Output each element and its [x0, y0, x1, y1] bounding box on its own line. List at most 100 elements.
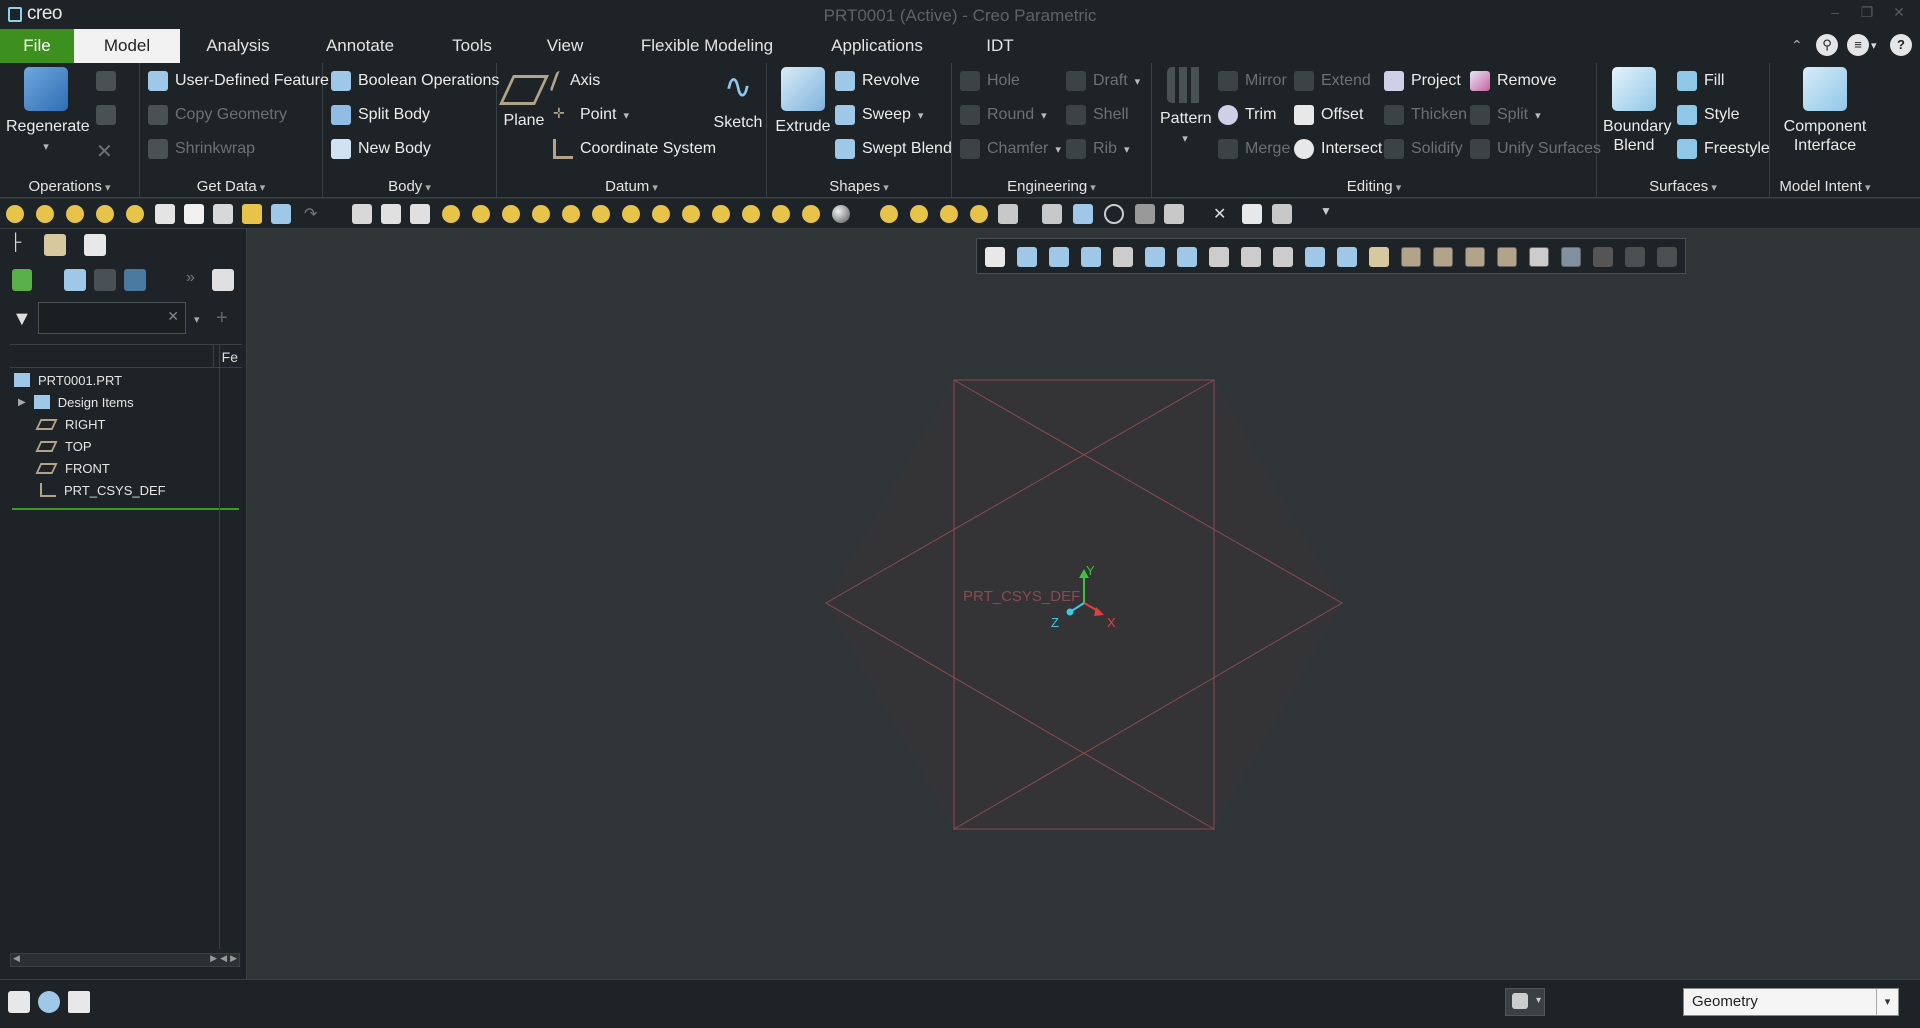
- curve-icon[interactable]: [1073, 204, 1093, 224]
- smiley-icon[interactable]: [532, 205, 550, 223]
- checklist-icon[interactable]: [155, 204, 175, 224]
- tab-flexible-modeling[interactable]: Flexible Modeling: [630, 29, 784, 63]
- group-label-engineering[interactable]: Engineering: [952, 178, 1151, 195]
- mirror-button[interactable]: Mirror: [1218, 68, 1287, 94]
- project-button[interactable]: Project: [1384, 68, 1461, 94]
- draft-button[interactable]: Draft ▾: [1066, 68, 1140, 94]
- close-button[interactable]: ✕: [1888, 4, 1910, 24]
- paste-icon[interactable]: [96, 105, 116, 125]
- tab-idt[interactable]: IDT: [970, 29, 1030, 63]
- round-button[interactable]: Round ▾: [960, 102, 1047, 128]
- show-icon[interactable]: »: [186, 269, 208, 291]
- smiley-icon[interactable]: [802, 205, 820, 223]
- tree-columns-icon[interactable]: [94, 269, 116, 291]
- angle-icon[interactable]: [1135, 204, 1155, 224]
- tree-item-front[interactable]: FRONT: [10, 457, 110, 479]
- find-icon[interactable]: ▾: [1505, 988, 1545, 1016]
- swept-blend-button[interactable]: Swept Blend: [835, 136, 952, 162]
- copy-geometry-button[interactable]: Copy Geometry: [148, 102, 287, 128]
- smiley-icon[interactable]: [126, 205, 144, 223]
- save-icon[interactable]: [213, 204, 233, 224]
- group-label-body[interactable]: Body: [323, 178, 496, 195]
- tab-file[interactable]: File: [0, 29, 74, 63]
- layers-icon[interactable]: ≡: [1847, 34, 1869, 56]
- favorites-icon[interactable]: [84, 234, 106, 256]
- edit-icon[interactable]: [381, 204, 401, 224]
- clear-icon[interactable]: ✕: [167, 308, 179, 325]
- tab-tools[interactable]: Tools: [440, 29, 504, 63]
- ruler-icon[interactable]: [998, 204, 1018, 224]
- smiley-icon[interactable]: [652, 205, 670, 223]
- insert-indicator[interactable]: [12, 508, 239, 510]
- user-defined-feature-button[interactable]: User-Defined Feature: [148, 68, 329, 94]
- redo-icon[interactable]: ↷: [304, 204, 324, 224]
- pen-icon[interactable]: [410, 204, 430, 224]
- show-navigator-icon[interactable]: [8, 991, 30, 1013]
- sweep-button[interactable]: Sweep ▾: [835, 102, 923, 128]
- fullscreen-icon[interactable]: [68, 991, 90, 1013]
- axis-button[interactable]: Axis: [549, 68, 600, 94]
- smiley-icon[interactable]: [592, 205, 610, 223]
- maximize-button[interactable]: ❐: [1856, 4, 1878, 24]
- chamfer-button[interactable]: Chamfer ▾: [960, 136, 1061, 162]
- extrude-button[interactable]: Extrude: [773, 67, 833, 136]
- close-x-icon[interactable]: ✕: [1213, 204, 1233, 224]
- filter-dropdown-icon[interactable]: ▾: [194, 313, 200, 326]
- smiley-icon[interactable]: [66, 205, 84, 223]
- smiley-icon[interactable]: [472, 205, 490, 223]
- split-button[interactable]: Split ▾: [1470, 102, 1541, 128]
- group-label-shapes[interactable]: Shapes: [767, 178, 951, 195]
- no-symbol-icon[interactable]: [1104, 204, 1124, 224]
- smiley-icon[interactable]: [502, 205, 520, 223]
- tree-filter-input[interactable]: ✕: [38, 302, 186, 334]
- smiley-icon[interactable]: [910, 205, 928, 223]
- tree-list-icon[interactable]: [64, 269, 86, 291]
- filter-icon[interactable]: ▼: [12, 308, 34, 330]
- copy-icon[interactable]: [96, 71, 116, 91]
- smiley-icon[interactable]: [970, 205, 988, 223]
- tab-applications[interactable]: Applications: [820, 29, 934, 63]
- fill-button[interactable]: Fill: [1677, 68, 1724, 94]
- graphics-window[interactable]: PRT_CSYS_DEF Y X Z: [248, 229, 1920, 979]
- unify-surfaces-button[interactable]: Unify Surfaces: [1470, 136, 1601, 162]
- boundary-blend-button[interactable]: Boundary Blend: [1603, 67, 1672, 155]
- help-icon[interactable]: ?: [1890, 34, 1912, 56]
- tab-view[interactable]: View: [536, 29, 594, 63]
- tab-model[interactable]: Model: [74, 29, 180, 63]
- solidify-button[interactable]: Solidify: [1384, 136, 1463, 162]
- notes-icon[interactable]: [212, 269, 234, 291]
- plane-button[interactable]: Plane: [499, 67, 549, 130]
- folder-browser-icon[interactable]: [44, 234, 66, 256]
- model-tree-icon[interactable]: ├: [10, 234, 32, 256]
- customize-toolbar-icon[interactable]: ▼: [1320, 204, 1340, 224]
- shrinkwrap-button[interactable]: Shrinkwrap: [148, 136, 255, 162]
- new-body-button[interactable]: New Body: [331, 136, 431, 162]
- intersect-button[interactable]: Intersect: [1294, 136, 1382, 162]
- smiley-icon[interactable]: [772, 205, 790, 223]
- measure-icon[interactable]: [1042, 204, 1062, 224]
- tree-item-root[interactable]: PRT0001.PRT: [10, 369, 122, 391]
- regenerate-small-icon[interactable]: [271, 204, 291, 224]
- part-icon[interactable]: [12, 269, 32, 291]
- smiley-icon[interactable]: [622, 205, 640, 223]
- revolve-button[interactable]: Revolve: [835, 68, 920, 94]
- tab-analysis[interactable]: Analysis: [194, 29, 282, 63]
- shell-button[interactable]: Shell: [1066, 102, 1129, 128]
- tree-item-csys[interactable]: PRT_CSYS_DEF: [10, 479, 166, 501]
- freestyle-button[interactable]: Freestyle: [1677, 136, 1770, 162]
- window-icon[interactable]: [352, 204, 372, 224]
- smiley-icon[interactable]: [36, 205, 54, 223]
- boolean-operations-button[interactable]: Boolean Operations: [331, 68, 499, 94]
- search-icon[interactable]: ⚲: [1816, 34, 1838, 56]
- group-label-model-intent[interactable]: Model Intent: [1770, 178, 1880, 195]
- tree-item-right[interactable]: RIGHT: [10, 413, 105, 435]
- smiley-icon[interactable]: [6, 205, 24, 223]
- tree-item-top[interactable]: TOP: [10, 435, 92, 457]
- new-file-icon[interactable]: [184, 204, 204, 224]
- regenerate-button[interactable]: Regenerate ▾: [6, 67, 90, 157]
- extend-button[interactable]: Extend: [1294, 68, 1371, 94]
- remove-button[interactable]: Remove: [1470, 68, 1557, 94]
- smiley-icon[interactable]: [562, 205, 580, 223]
- column-header-feature[interactable]: Fe: [222, 349, 238, 365]
- hole-button[interactable]: Hole: [960, 68, 1020, 94]
